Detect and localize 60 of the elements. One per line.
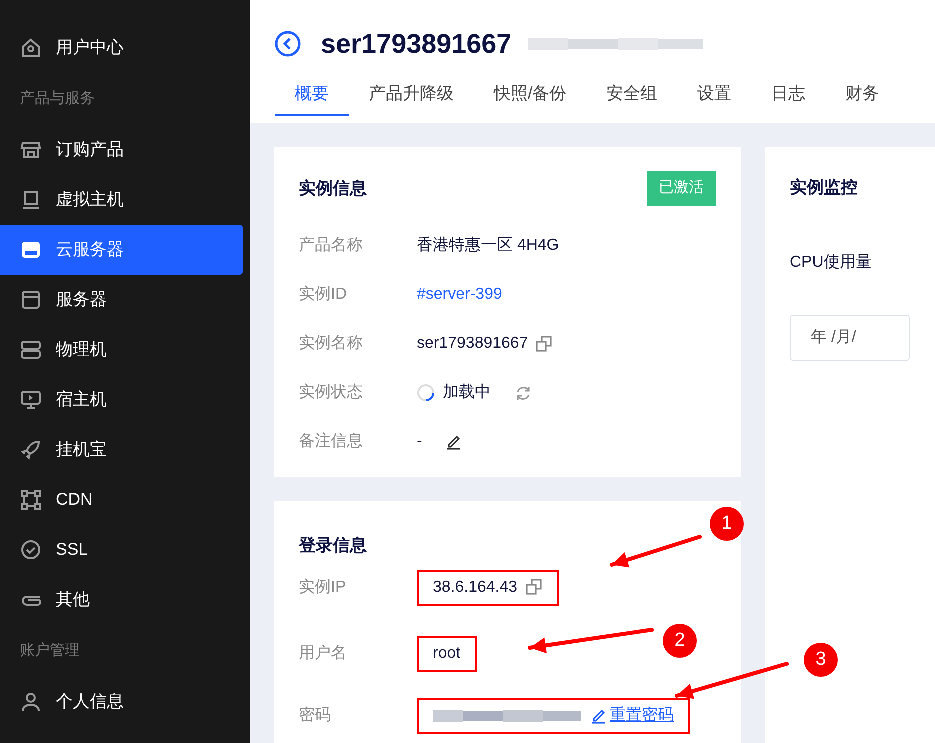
- rocket-icon: [20, 439, 42, 461]
- back-icon[interactable]: [275, 31, 301, 58]
- badge-icon: [20, 539, 42, 561]
- card-title: 实例信息: [299, 178, 367, 200]
- field-label: 密码: [299, 706, 332, 726]
- copy-icon[interactable]: [536, 336, 554, 352]
- tab[interactable]: 日志: [752, 80, 826, 116]
- home-icon: [20, 37, 42, 59]
- tab[interactable]: 快照/备份: [474, 80, 587, 116]
- sidebar-item[interactable]: 物理机: [0, 325, 243, 375]
- field-value: root: [433, 644, 461, 664]
- user-icon: [20, 691, 42, 713]
- card-title: 登录信息: [299, 535, 367, 557]
- tab[interactable]: 概要: [275, 80, 349, 116]
- field-label: 实例ID: [299, 284, 348, 305]
- tab[interactable]: 产品升降级: [349, 80, 474, 116]
- sidebar-item[interactable]: 虚拟主机: [0, 175, 243, 225]
- copy-icon[interactable]: [526, 579, 543, 596]
- shop-icon: [20, 139, 42, 161]
- sidebar-item[interactable]: 其他: [0, 575, 243, 625]
- field-label: 备注信息: [299, 432, 364, 452]
- field-label: 用户名: [299, 644, 348, 664]
- tab[interactable]: 安全组: [586, 80, 678, 116]
- tab[interactable]: 财务: [826, 80, 900, 116]
- sidebar-item[interactable]: 订购产品: [0, 125, 243, 175]
- tab[interactable]: 设置: [678, 80, 752, 116]
- field-label: 实例状态: [299, 382, 364, 403]
- drive-icon: [20, 239, 42, 261]
- field-label: 实例IP: [299, 578, 348, 598]
- instance-id-link[interactable]: #server-399: [417, 283, 502, 307]
- field-value: 加载中: [443, 382, 491, 403]
- monitor-icon: [20, 389, 42, 411]
- edit-icon[interactable]: [446, 434, 462, 450]
- sidebar-item[interactable]: CDN: [0, 475, 243, 525]
- field-label: 产品名称: [299, 236, 364, 256]
- sidebar-item[interactable]: 个人信息: [0, 677, 243, 727]
- sidebar-item[interactable]: 用户中心: [0, 23, 243, 73]
- field-value: ser1793891667: [417, 334, 528, 354]
- laptop-icon: [20, 189, 42, 211]
- status-badge: 已激活: [647, 171, 716, 206]
- field-value: 38.6.164.43: [433, 578, 518, 598]
- loading-spinner-icon: [417, 384, 435, 402]
- refresh-icon[interactable]: [515, 384, 532, 402]
- section-label: 产品与服务: [19, 89, 96, 109]
- page-title: ser1793891667: [321, 28, 512, 61]
- sidebar-item[interactable]: 云服务器: [0, 225, 243, 275]
- field-value: -: [417, 432, 422, 452]
- nodes-icon: [20, 489, 42, 511]
- section-label: 账户管理: [19, 641, 81, 661]
- sidebar-item[interactable]: 挂机宝: [0, 425, 243, 475]
- sidebar-item[interactable]: 宿主机: [0, 375, 243, 425]
- field-label: 实例名称: [299, 334, 364, 354]
- sidebar-item[interactable]: SSL: [0, 525, 243, 575]
- chart-title: CPU使用量: [790, 252, 872, 272]
- date-field[interactable]: 年 /月/: [790, 314, 910, 360]
- card-title: 实例监控: [790, 177, 858, 199]
- server-icon: [20, 339, 42, 361]
- sidebar-item[interactable]: 服务器: [0, 275, 243, 325]
- field-value: 香港特惠一区 4H4G: [417, 236, 560, 256]
- window-icon: [20, 289, 42, 311]
